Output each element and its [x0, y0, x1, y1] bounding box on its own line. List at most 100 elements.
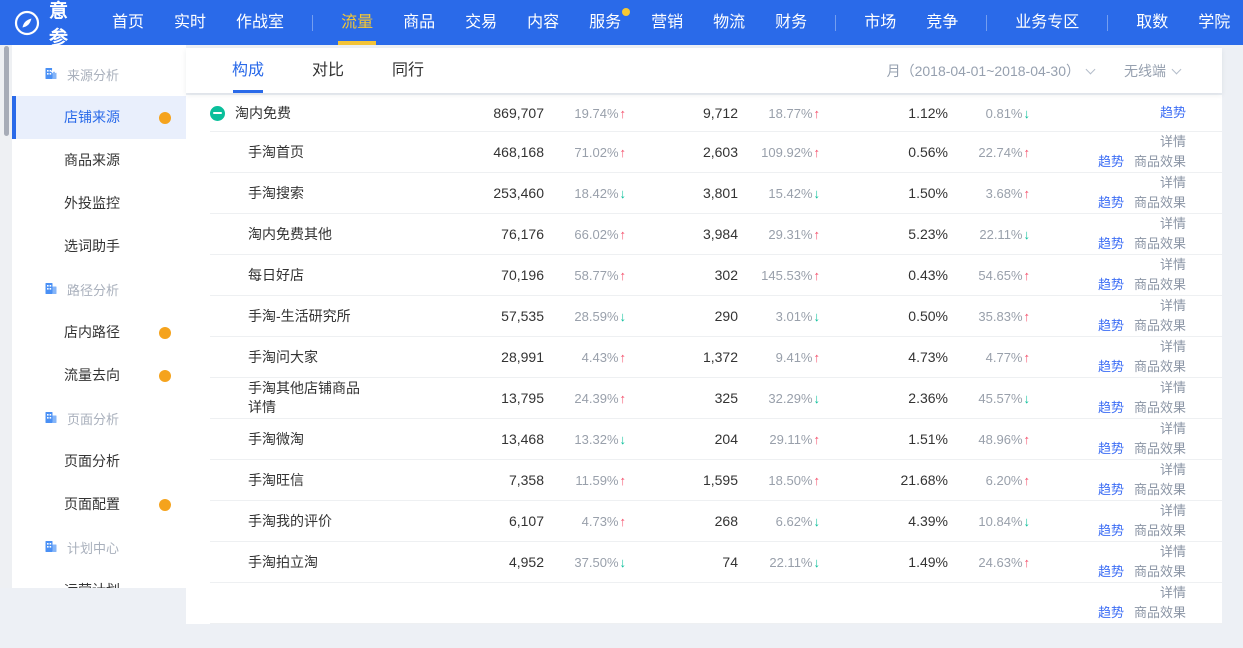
nav-item-作战室[interactable]: 作战室 — [221, 0, 299, 45]
row-name-label: 手淘其他店铺商品 详情 — [248, 379, 360, 417]
sidebar-item-外投监控[interactable]: 外投监控 — [12, 182, 186, 225]
sidebar-scrollbar-thumb[interactable] — [4, 46, 9, 136]
change-value: 0.81% — [986, 106, 1023, 121]
trend-link[interactable]: 趋势 — [1098, 234, 1124, 254]
sidebar-item-店铺来源[interactable]: 店铺来源 — [12, 96, 186, 139]
sidebar-item-运营计划[interactable]: 运营计划 — [12, 569, 186, 588]
nav-item-营销[interactable]: 营销 — [636, 0, 698, 45]
nav-item-实时[interactable]: 实时 — [159, 0, 221, 45]
terminal-filter[interactable]: 无线端 — [1124, 61, 1180, 81]
detail-link[interactable]: 详情 — [1160, 173, 1186, 193]
change-value: 9.41% — [776, 350, 813, 365]
product-effect-link[interactable]: 商品效果 — [1134, 521, 1186, 541]
chevron-down-icon — [1086, 64, 1096, 74]
row-name-cell: 手淘搜索 — [210, 184, 448, 203]
detail-link[interactable]: 详情 — [1160, 255, 1186, 275]
detail-link[interactable]: 详情 — [1160, 419, 1186, 439]
detail-link[interactable]: 详情 — [1160, 337, 1186, 357]
actions-line2: 趋势商品效果 — [1098, 562, 1186, 582]
trend-link[interactable]: 趋势 — [1098, 439, 1124, 459]
nav-item-市场[interactable]: 市场 — [849, 0, 911, 45]
visitors-value: 13,795 — [448, 390, 544, 406]
tab-同行[interactable]: 同行 — [392, 48, 424, 93]
nav-item-财务[interactable]: 财务 — [760, 0, 822, 45]
detail-link[interactable]: 详情 — [1160, 583, 1186, 603]
sidebar-group-计划中心: 计划中心 — [12, 526, 186, 569]
trend-link[interactable]: 趋势 — [1098, 562, 1124, 582]
buyers-change: 145.53%↑ — [738, 268, 820, 283]
row-name-cell: 手淘拍立淘 — [210, 553, 448, 572]
conversion-rate-value: 5.23% — [820, 226, 948, 242]
nav-item-竞争[interactable]: 竞争 — [911, 0, 973, 45]
chevron-down-icon — [1172, 64, 1182, 74]
product-effect-link[interactable]: 商品效果 — [1134, 603, 1186, 623]
product-effect-link[interactable]: 商品效果 — [1134, 152, 1186, 172]
sidebar-item-页面配置[interactable]: 页面配置 — [12, 483, 186, 526]
collapse-icon[interactable] — [210, 106, 225, 121]
trend-link[interactable]: 趋势 — [1098, 193, 1124, 213]
detail-link[interactable]: 详情 — [1160, 214, 1186, 234]
date-range-filter[interactable]: 月（2018-04-01~2018-04-30） — [887, 61, 1094, 81]
detail-link[interactable]: 详情 — [1160, 296, 1186, 316]
trend-link[interactable]: 趋势 — [1098, 152, 1124, 172]
trend-link[interactable]: 趋势 — [1098, 316, 1124, 336]
product-effect-link[interactable]: 商品效果 — [1134, 480, 1186, 500]
sidebar-item-流量去向[interactable]: 流量去向 — [12, 354, 186, 397]
nav-item-流量[interactable]: 流量 — [326, 0, 388, 45]
visitors-change: 11.59%↑ — [544, 473, 626, 488]
nav-item-内容[interactable]: 内容 — [512, 0, 574, 45]
tab-构成[interactable]: 构成 — [232, 48, 264, 93]
nav-item-业务专区[interactable]: 业务专区 — [1000, 0, 1094, 45]
product-effect-link[interactable]: 商品效果 — [1134, 562, 1186, 582]
content-toolbar: 构成 对比 同行 月（2018-04-01~2018-04-30） 无线端 — [186, 48, 1222, 93]
nav-item-物流[interactable]: 物流 — [698, 0, 760, 45]
change-value: 13.32% — [574, 432, 618, 447]
product-effect-link[interactable]: 商品效果 — [1134, 234, 1186, 254]
trend-link[interactable]: 趋势 — [1098, 480, 1124, 500]
conversion-rate-change: 35.83%↑ — [948, 309, 1030, 324]
detail-link[interactable]: 详情 — [1160, 460, 1186, 480]
change-value: 109.92% — [761, 145, 812, 160]
product-effect-link[interactable]: 商品效果 — [1134, 316, 1186, 336]
product-effect-link[interactable]: 商品效果 — [1134, 439, 1186, 459]
change-value: 10.84% — [978, 514, 1022, 529]
nav-item-首页[interactable]: 首页 — [97, 0, 159, 45]
change-value: 48.96% — [978, 432, 1022, 447]
nav-item-学院[interactable]: 学院 — [1183, 0, 1243, 45]
buyers-change: 18.77%↑ — [738, 106, 820, 121]
building-icon — [44, 410, 58, 427]
trend-link[interactable]: 趋势 — [1098, 275, 1124, 295]
orange-status-dot — [159, 112, 171, 124]
conversion-rate-value: 1.12% — [820, 105, 948, 121]
sidebar-scrollbar[interactable] — [0, 45, 12, 588]
brand-title[interactable]: 生意参谋 — [49, 0, 69, 77]
buyers-change: 6.62%↓ — [738, 514, 820, 529]
trend-link[interactable]: 趋势 — [1098, 521, 1124, 541]
terminal-label: 无线端 — [1124, 63, 1166, 79]
sidebar-item-选词助手[interactable]: 选词助手 — [12, 225, 186, 268]
detail-link[interactable]: 详情 — [1160, 542, 1186, 562]
detail-link[interactable]: 详情 — [1160, 501, 1186, 521]
product-effect-link[interactable]: 商品效果 — [1134, 193, 1186, 213]
sidebar-item-页面分析[interactable]: 页面分析 — [12, 440, 186, 483]
trend-link[interactable]: 趋势 — [1098, 398, 1124, 418]
tab-对比[interactable]: 对比 — [312, 48, 344, 93]
nav-item-商品[interactable]: 商品 — [388, 0, 450, 45]
product-effect-link[interactable]: 商品效果 — [1134, 275, 1186, 295]
trend-link[interactable]: 趋势 — [1098, 357, 1124, 377]
actions-line2: 趋势商品效果 — [1098, 398, 1186, 418]
detail-link[interactable]: 详情 — [1160, 132, 1186, 152]
sidebar-item-店内路径[interactable]: 店内路径 — [12, 311, 186, 354]
nav-item-服务[interactable]: 服务 — [574, 0, 636, 45]
detail-link[interactable]: 详情 — [1160, 378, 1186, 398]
orange-status-dot — [159, 499, 171, 511]
nav-item-取数[interactable]: 取数 — [1121, 0, 1183, 45]
nav-item-交易[interactable]: 交易 — [450, 0, 512, 45]
row-actions: 详情趋势商品效果 — [1030, 583, 1222, 623]
sidebar-item-商品来源[interactable]: 商品来源 — [12, 139, 186, 182]
trend-link[interactable]: 趋势 — [1098, 603, 1124, 623]
trend-link[interactable]: 趋势 — [1160, 103, 1186, 123]
product-effect-link[interactable]: 商品效果 — [1134, 357, 1186, 377]
product-effect-link[interactable]: 商品效果 — [1134, 398, 1186, 418]
row-name-label: 手淘搜索 — [248, 184, 304, 203]
